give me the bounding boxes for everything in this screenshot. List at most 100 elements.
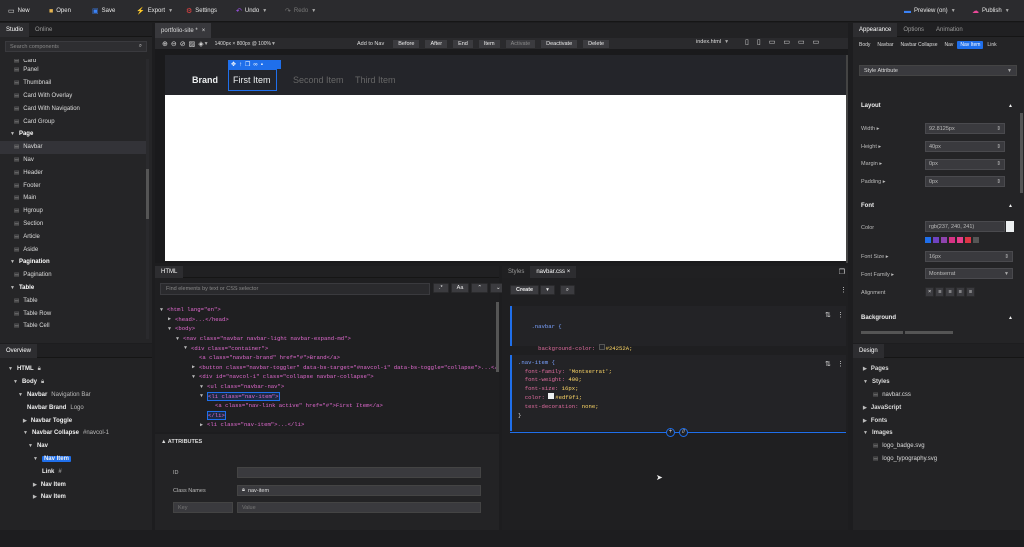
component-card-with-overlay[interactable]: ▤ Card With Overlay xyxy=(0,90,146,103)
breadcrumb-link[interactable]: Link xyxy=(984,41,999,49)
component-table[interactable]: ▤ Table xyxy=(0,294,146,307)
before-button[interactable]: Before xyxy=(392,38,421,49)
css-rule-nav-item[interactable]: .nav-item { font-family: 'Montserrat'; f… xyxy=(510,355,846,431)
end-button[interactable]: End xyxy=(452,38,474,49)
expand-toggle-icon[interactable]: ▶ xyxy=(200,422,203,428)
leaf-spacer[interactable] xyxy=(200,412,203,418)
style-attribute-select[interactable]: Style Attribute ▼ xyxy=(859,65,1017,76)
component-thumbnail[interactable]: ▤ Thumbnail xyxy=(0,77,146,90)
class-names-field[interactable]: 🔒︎ nav-item xyxy=(237,485,481,496)
align-center-icon[interactable]: ≡ xyxy=(945,287,955,297)
color-field[interactable]: rgb(237, 240, 241) xyxy=(925,221,1005,232)
breadcrumb-navbar-collapse[interactable]: Navbar Collapse xyxy=(898,41,941,49)
phone-icon[interactable]: ▯ xyxy=(745,38,749,46)
deactivate-button[interactable]: Deactivate xyxy=(540,38,579,49)
breadcrumb-body[interactable]: Body xyxy=(856,41,873,49)
breadcrumb-nav[interactable]: Nav xyxy=(942,41,957,49)
tab-appearance[interactable]: Appearance xyxy=(853,22,898,37)
settings-button[interactable]: ⚙ Settings xyxy=(186,5,217,17)
chevron-down-icon[interactable]: ▼ xyxy=(18,392,23,398)
background-section-header[interactable]: Background ▲ xyxy=(861,315,1013,321)
chevron-down-icon[interactable]: ▼ xyxy=(33,456,38,462)
component-header[interactable]: ▤ Header xyxy=(0,166,146,179)
tab-studio[interactable]: Studio xyxy=(0,22,30,37)
overview-node-body[interactable]: ▼ Body 🔒︎ xyxy=(0,376,152,389)
html-node-line[interactable]: <a class="navbar-brand" href="#">Brand</… xyxy=(160,353,496,363)
component-article[interactable]: ▤ Article xyxy=(0,230,146,243)
more-icon[interactable]: ⋮ xyxy=(837,360,844,368)
expand-toggle-icon[interactable]: ▼ xyxy=(184,345,187,351)
font-family-select[interactable]: Montserrat ▼ xyxy=(925,268,1013,279)
file-logo-badge-svg[interactable]: ▤ logo_badge.svg xyxy=(861,440,1024,453)
component-search-input[interactable]: Search components ⌕ xyxy=(5,41,147,52)
html-node-line[interactable]: ▼ <body> xyxy=(160,324,496,334)
activate-button[interactable]: Activate xyxy=(504,38,537,49)
file-logo-typography-svg[interactable]: ▤ logo_typography.svg xyxy=(861,453,1024,466)
undo-button[interactable]: ↶ Undo ▼ xyxy=(236,5,267,17)
html-node-line[interactable]: ▼ <div id="navcol-1" class="collapse navb… xyxy=(160,372,496,382)
chevron-right-icon[interactable]: ▶ xyxy=(33,494,37,500)
stepper-icon[interactable]: ⇕ xyxy=(996,126,1001,132)
add-rule-icon[interactable]: + xyxy=(666,428,675,437)
tab-navbar-css[interactable]: navbar.css × xyxy=(530,266,577,278)
palette-swatch[interactable] xyxy=(965,237,971,243)
viewport-size[interactable]: 1400px × 800px @ 100% xyxy=(215,41,271,47)
save-button[interactable]: ▣ Save xyxy=(92,5,115,17)
html-node-line[interactable]: ▼ <nav class="navbar navbar-light navbar-… xyxy=(160,334,496,344)
arrow-up-icon[interactable]: ↑ xyxy=(239,62,242,68)
component-panel[interactable]: ▤ Panel xyxy=(0,64,146,77)
page-select[interactable]: index.html ▼ xyxy=(696,39,729,45)
zoom-out-icon[interactable]: ⊖ xyxy=(171,40,177,48)
new-button[interactable]: ▭ New xyxy=(8,5,30,17)
palette-swatch[interactable] xyxy=(941,237,947,243)
create-button[interactable]: Create xyxy=(510,285,540,295)
item-button[interactable]: Item xyxy=(477,38,501,49)
overview-node-nav-item[interactable]: ▼ Nav Item xyxy=(0,453,152,466)
component-section[interactable]: ▤ Section xyxy=(0,218,146,231)
add-to-nav-button[interactable]: Add to Nav xyxy=(357,41,384,47)
category-table[interactable]: ▼ Table xyxy=(0,282,146,295)
expand-toggle-icon[interactable]: ▶ xyxy=(168,316,171,322)
tab-online[interactable]: Online xyxy=(29,23,58,37)
expand-toggle-icon[interactable]: ▼ xyxy=(160,307,163,313)
after-button[interactable]: After xyxy=(424,38,449,49)
publish-button[interactable]: ☁ Publish ▼ xyxy=(972,5,1010,17)
inspector-scrollbar[interactable] xyxy=(1020,113,1023,193)
id-field[interactable] xyxy=(237,467,481,478)
overview-node-navbar-toggle[interactable]: ▶ Navbar Toggle xyxy=(0,414,152,427)
chevron-right-icon[interactable]: ▶ xyxy=(23,418,27,424)
document-tab[interactable]: portfolio-site * × xyxy=(155,23,212,38)
close-icon[interactable]: × xyxy=(567,269,571,275)
image-icon[interactable]: ▨ xyxy=(189,40,196,48)
overview-node-navbar-collapse[interactable]: ▼ Navbar Collapse #navcol-1 xyxy=(0,427,152,440)
overview-node-html[interactable]: ▼ HTML 🔒︎ xyxy=(0,363,152,376)
color-swatch[interactable] xyxy=(548,393,555,400)
component-pagination[interactable]: ▤ Pagination xyxy=(0,269,146,282)
overview-node-nav-item[interactable]: ▶ Nav Item xyxy=(0,478,152,491)
more-icon[interactable]: ⋮ xyxy=(837,311,844,319)
preview-brand[interactable]: Brand xyxy=(192,75,218,85)
html-node-line[interactable]: </li> xyxy=(160,410,496,421)
html-node-line[interactable]: ▶ <head>...</head> xyxy=(160,315,496,325)
redo-button[interactable]: ↷ Redo ▼ xyxy=(285,5,316,17)
overview-node-nav-item[interactable]: ▶ Nav Item xyxy=(0,491,152,504)
attributes-header[interactable]: ▲ ATTRIBUTES xyxy=(155,434,499,450)
tablet-icon[interactable]: ▯ xyxy=(757,38,761,46)
html-node-line[interactable]: ▶ <li class="nav-item">...</li> xyxy=(160,420,496,429)
component-main[interactable]: ▤ Main xyxy=(0,192,146,205)
stepper-icon[interactable]: ⇕ xyxy=(996,144,1001,150)
align-right-icon[interactable]: ≡ xyxy=(955,287,965,297)
desktop-icon[interactable]: ▭ xyxy=(798,38,805,46)
tab-styles[interactable]: Styles xyxy=(502,266,530,278)
html-node-line[interactable]: ▼ <ul class="navbar-nav"> xyxy=(160,382,496,392)
move-icon[interactable]: ✥ xyxy=(231,61,236,68)
palette-swatch[interactable] xyxy=(949,237,955,243)
expand-icon[interactable]: ❐ xyxy=(839,268,845,276)
overview-node-link[interactable]: Link # xyxy=(0,465,152,478)
expand-toggle-icon[interactable]: ▼ xyxy=(200,393,203,399)
html-scrollbar[interactable] xyxy=(496,302,499,372)
font-section-header[interactable]: Font ▲ xyxy=(861,203,1013,209)
clear-align-icon[interactable]: × xyxy=(925,287,935,297)
overview-node-navbar[interactable]: ▼ Navbar Navigation Bar xyxy=(0,389,152,402)
width-field[interactable]: 92.8125px ⇕ xyxy=(925,123,1005,135)
